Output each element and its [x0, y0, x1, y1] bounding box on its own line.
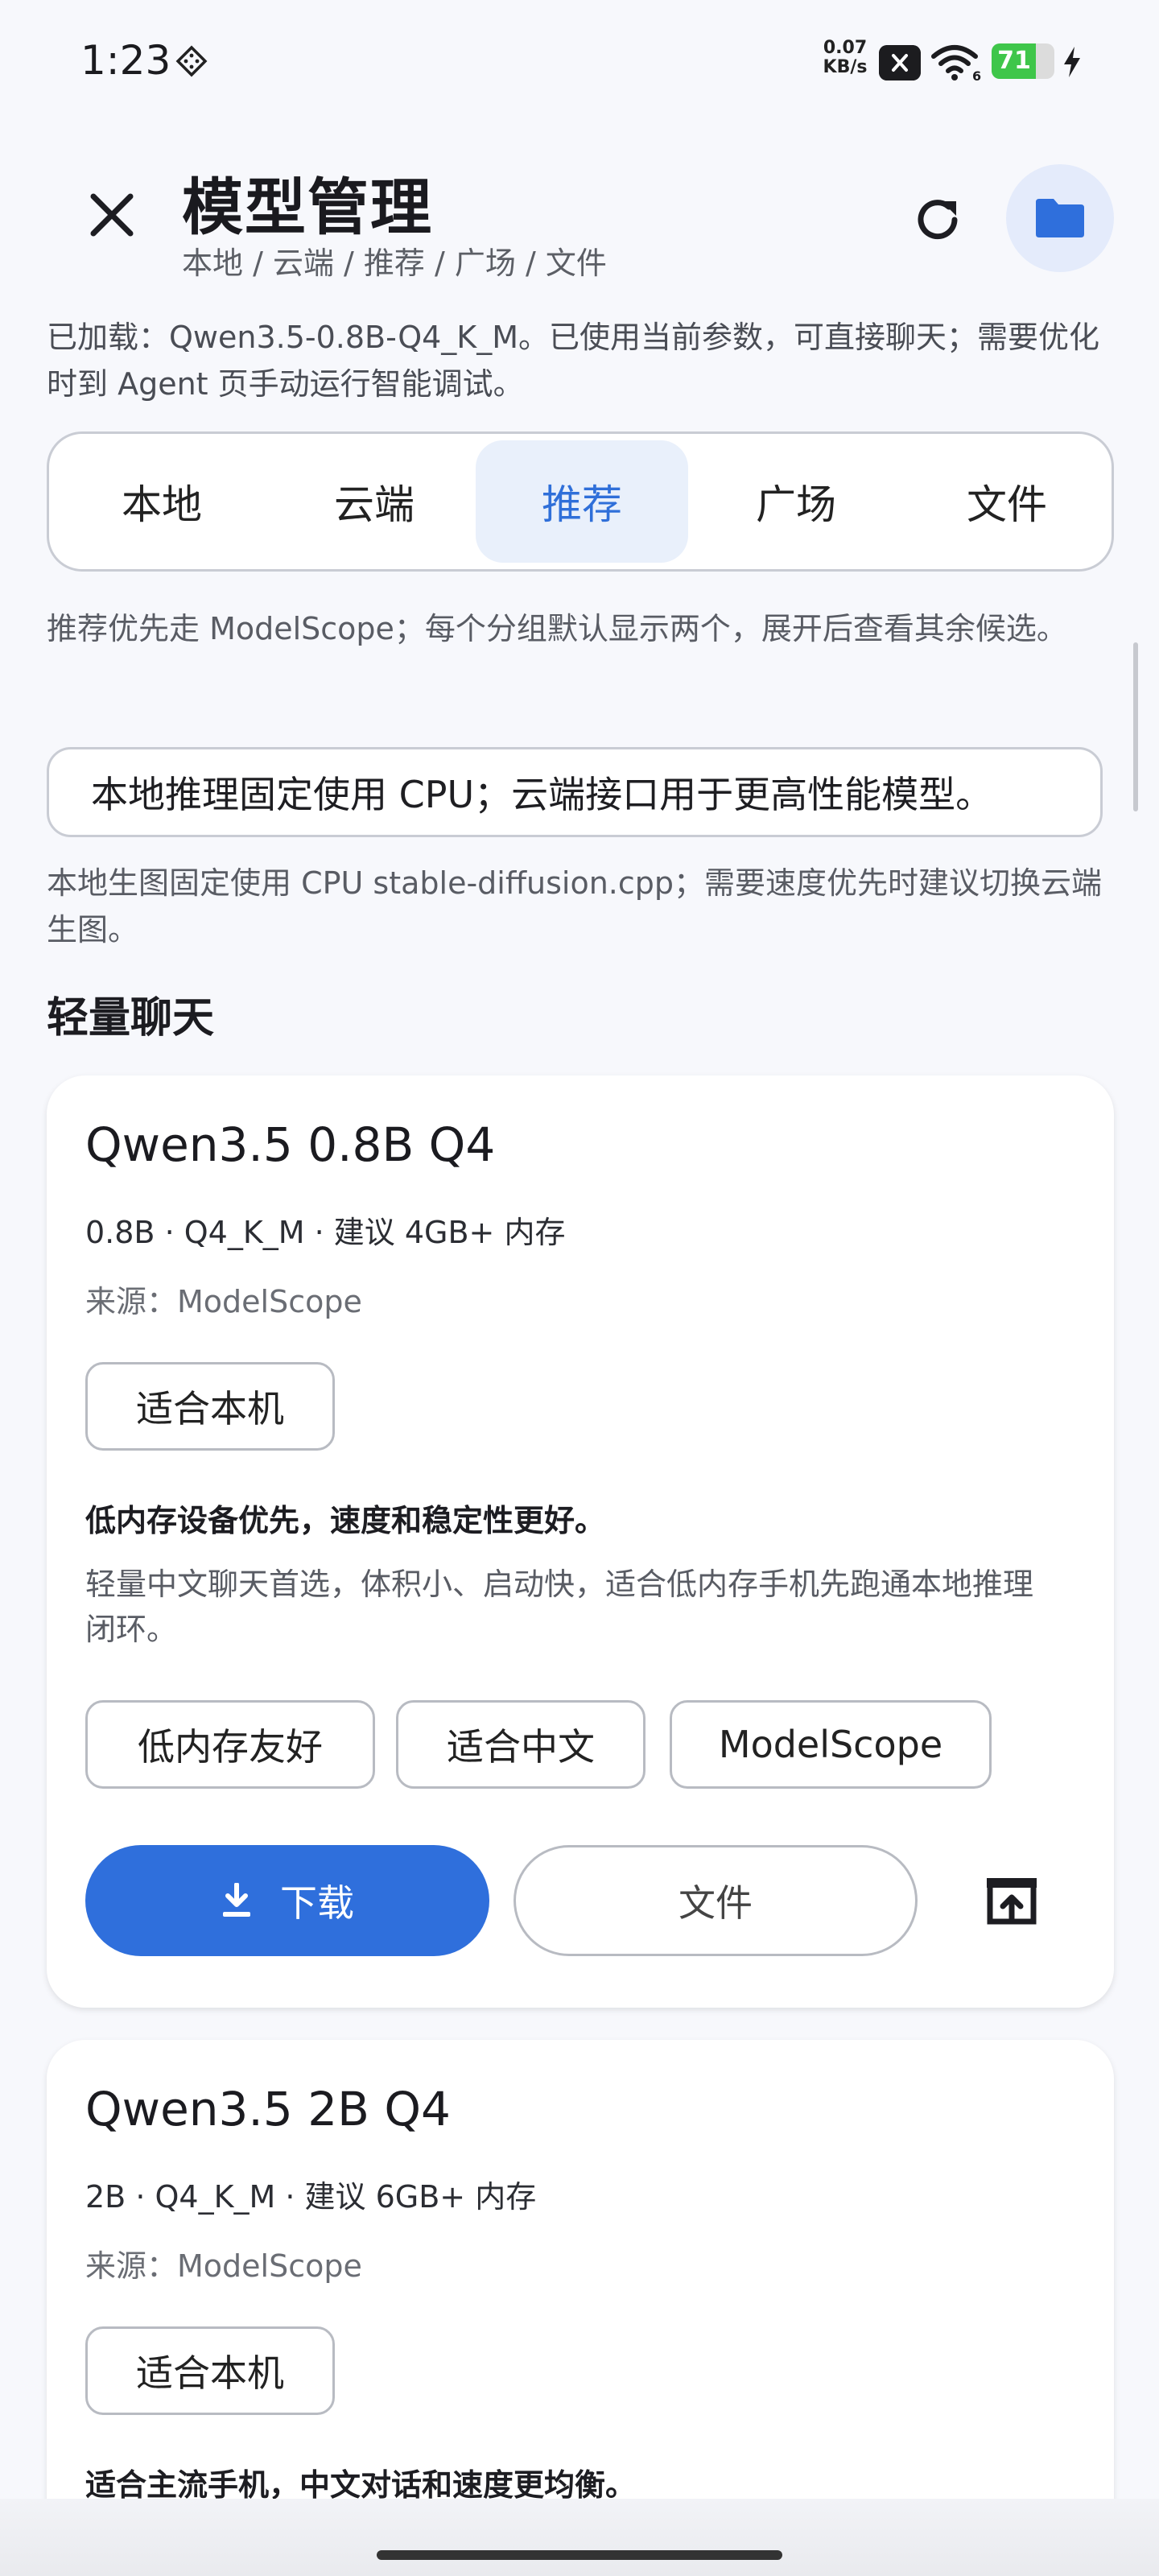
tab-recommend[interactable]: 推荐: [476, 440, 688, 563]
fit-device-badge: 适合本机: [85, 1362, 335, 1451]
tab-cloud[interactable]: 云端: [268, 440, 481, 563]
section-title-light-chat: 轻量聊天: [47, 994, 215, 1042]
close-button[interactable]: [79, 182, 145, 248]
refresh-icon: [918, 200, 958, 240]
battery-body: 71: [992, 43, 1054, 79]
recommend-hint: 推荐优先走 ModelScope；每个分组默认显示两个，展开后查看其余候选。: [47, 611, 1067, 646]
status-bar: 1:23 0.07 KB/s 6 71: [0, 0, 1159, 121]
tab-local[interactable]: 本地: [56, 440, 268, 563]
model-meta: 0.8B · Q4_K_M · 建议 4GB+ 内存: [85, 1215, 566, 1250]
refresh-button[interactable]: [903, 185, 972, 254]
svg-text:6: 6: [972, 68, 981, 82]
vpn-diamond-icon: [175, 45, 208, 77]
page-title: 模型管理: [182, 171, 433, 243]
tag-chip: 低内存友好: [85, 1700, 375, 1789]
model-source: 来源：ModelScope: [85, 1284, 362, 1319]
wifi-icon: 6: [931, 45, 981, 82]
tab-square[interactable]: 广场: [690, 440, 902, 563]
download-label: 下载: [280, 1881, 354, 1925]
model-meta: 2B · Q4_K_M · 建议 6GB+ 内存: [85, 2179, 537, 2215]
loaded-model-info: 已加载：Qwen3.5-0.8B-Q4_K_M。已使用当前参数，可直接聊天；需要…: [47, 320, 1099, 402]
close-icon: [90, 193, 134, 237]
network-speed-value: 0.07: [823, 38, 868, 58]
folder-icon: [1036, 199, 1084, 237]
model-highlight: 适合主流手机，中文对话和速度更均衡。: [85, 2467, 637, 2503]
files-button[interactable]: 文件: [514, 1845, 918, 1956]
download-icon: [223, 1883, 250, 1917]
battery-percent: 71: [997, 47, 1031, 75]
model-description: 轻量中文聊天首选，体积小、启动快，适合低内存手机先跑通本地推理闭环。: [85, 1567, 1034, 1647]
bottom-gesture-area: [0, 2499, 1159, 2576]
model-card: Qwen3.5 2B Q4 2B · Q4_K_M · 建议 6GB+ 内存 来…: [47, 2040, 1114, 2555]
breadcrumb: 本地 / 云端 / 推荐 / 广场 / 文件: [182, 246, 607, 281]
fit-device-badge: 适合本机: [85, 2326, 335, 2415]
status-time: 1:23: [80, 37, 171, 84]
battery-indicator: 71: [992, 43, 1056, 79]
open-in-new-icon: [987, 1878, 1037, 1925]
charging-bolt-icon: [1064, 47, 1080, 77]
tag-chip: ModelScope: [670, 1700, 992, 1789]
scrollbar-thumb[interactable]: [1133, 642, 1138, 811]
model-name: Qwen3.5 0.8B Q4: [85, 1117, 496, 1172]
model-source: 来源：ModelScope: [85, 2248, 362, 2284]
model-manager-screen: 1:23 0.07 KB/s 6 71 模型管理 本地 / 云端 / 推荐 / …: [0, 0, 1159, 2576]
image-gen-hint: 本地生图固定使用 CPU stable-diffusion.cpp；需要速度优先…: [47, 865, 1103, 947]
download-button[interactable]: 下载: [85, 1845, 489, 1956]
tab-files[interactable]: 文件: [901, 440, 1113, 563]
folder-button[interactable]: [1006, 164, 1114, 272]
open-external-button[interactable]: [975, 1864, 1048, 1937]
network-speed: 0.07 KB/s: [819, 39, 871, 77]
tab-bar: 本地 云端 推荐 广场 文件: [47, 431, 1114, 572]
model-name: Qwen3.5 2B Q4: [85, 2082, 451, 2136]
cpu-inference-banner: 本地推理固定使用 CPU；云端接口用于更高性能模型。: [47, 747, 1103, 837]
model-card: Qwen3.5 0.8B Q4 0.8B · Q4_K_M · 建议 4GB+ …: [47, 1075, 1114, 2008]
model-highlight: 低内存设备优先，速度和稳定性更好。: [85, 1503, 606, 1538]
home-indicator[interactable]: [377, 2550, 782, 2560]
no-sim-icon: [879, 45, 921, 80]
tag-chip: 适合中文: [396, 1700, 645, 1789]
network-speed-unit: KB/s: [823, 57, 868, 77]
